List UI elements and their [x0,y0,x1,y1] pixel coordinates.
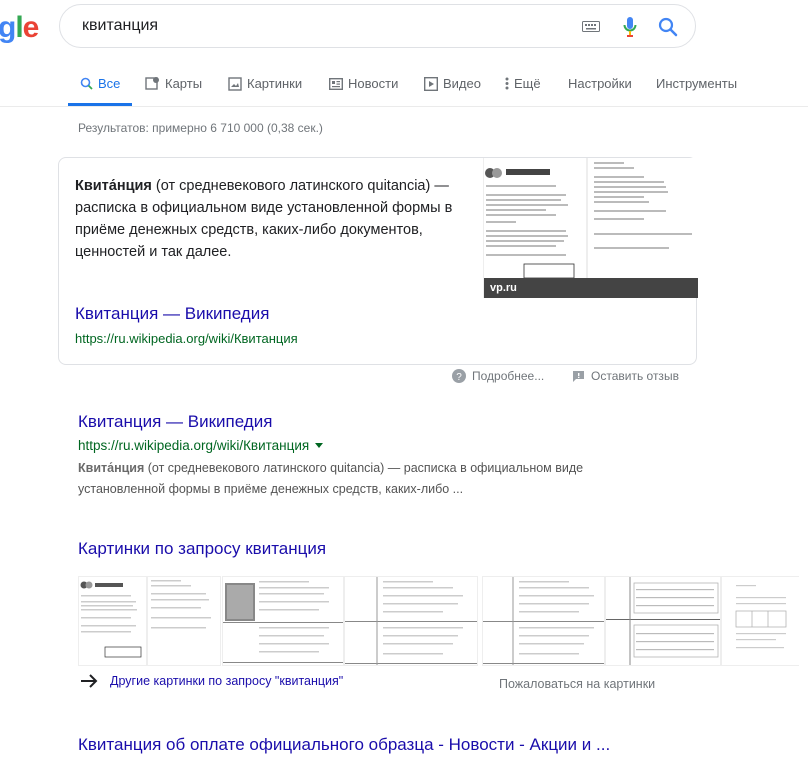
tab-label: Картинки [247,76,303,91]
featured-snippet: Квита́нция (от средневекового латинского… [58,157,698,365]
result-url[interactable]: https://ru.wikipedia.org/wiki/Квитанция [78,438,309,453]
news-icon [329,77,343,90]
search-input[interactable]: квитанция [82,17,158,35]
snippet-thumbnail[interactable]: vp.ru [483,158,698,298]
tab-images[interactable]: Картинки [228,76,302,91]
tab-label: Ещё [514,76,541,91]
google-logo[interactable]: gle [0,11,39,45]
feedback-link[interactable]: Оставить отзыв [572,369,679,383]
tab-label: Карты [165,76,203,91]
snippet-definition: Квита́нция (от средневекового латинского… [75,175,455,263]
image-thumbnail[interactable] [482,576,605,666]
bank-receipt-image [606,577,720,665]
tab-more[interactable]: Ещё [505,76,541,91]
snippet-term: Квита́нция [75,178,152,194]
more-images-link[interactable]: Другие картинки по запросу "квитанция" [80,674,343,688]
result-snippet-text: (от средневекового латинского quitancia)… [78,461,584,496]
receipt-form-image [483,577,604,665]
result-snippet: Квита́нция (от средневекового латинского… [78,458,638,500]
feedback-label: Оставить отзыв [591,369,679,383]
tab-news[interactable]: Новости [329,76,398,91]
image-thumbnail[interactable] [344,576,478,666]
receipt-form-image [345,577,477,665]
image-thumbnail[interactable] [605,576,721,666]
dropdown-arrow-icon[interactable] [315,443,324,448]
blank-form-image [735,585,787,649]
next-result-title[interactable]: Квитанция об оплате официального образца… [78,735,610,755]
image-icon [228,76,242,91]
tab-maps[interactable]: Карты [145,76,202,91]
active-tab-indicator [68,103,132,106]
images-section-title[interactable]: Картинки по запросу квитанция [78,539,326,559]
result-url-row: https://ru.wikipedia.org/wiki/Квитанция [78,438,324,453]
image-thumbnail[interactable] [78,576,221,666]
image-thumbnail[interactable] [222,576,344,666]
tab-label: Все [98,76,121,91]
image-thumbnail[interactable] [721,576,799,666]
result-snippet-term: Квита́нция [78,461,145,475]
tab-video[interactable]: Видео [424,76,481,91]
more-info-link[interactable]: ? Подробнее... [452,369,544,383]
search-icon[interactable] [658,17,678,37]
tab-label: Видео [443,76,481,91]
help-icon: ? [452,369,466,383]
receipt-image [80,577,211,665]
svg-text:?: ? [456,372,462,383]
search-tabs: Все Карты Картинки Новости Видео Ещё Нас… [0,66,808,107]
tab-tools[interactable]: Инструменты [656,76,737,91]
keyboard-icon[interactable] [582,21,600,32]
feedback-icon [573,370,584,382]
report-images-link[interactable]: Пожаловаться на картинки [499,677,655,691]
snippet-link-title[interactable]: Квитанция — Википедия [75,304,269,324]
tab-settings[interactable]: Настройки [568,76,632,91]
result-title[interactable]: Квитанция — Википедия [78,412,272,432]
play-icon [424,76,438,91]
tab-label: Инструменты [656,76,738,91]
tab-label: Новости [348,76,399,91]
search-icon [80,77,93,90]
snippet-link-url[interactable]: https://ru.wikipedia.org/wiki/Квитанция [75,331,298,346]
more-info-label: Подробнее... [472,369,545,383]
more-images-label: Другие картинки по запросу "квитанция" [110,674,344,688]
result-stats: Результатов: примерно 6 710 000 (0,38 се… [78,121,323,135]
receipt-preview-image [485,158,692,279]
tab-all[interactable]: Все [80,76,120,91]
tab-label: Настройки [568,76,632,91]
arrow-right-icon [81,674,98,688]
more-vert-icon [505,77,509,90]
search-box[interactable]: квитанция [59,4,696,48]
microphone-icon[interactable] [623,16,637,38]
map-pin-icon [145,77,159,90]
receipt-qr-image [223,581,343,663]
thumbnail-caption: vp.ru [484,278,698,298]
